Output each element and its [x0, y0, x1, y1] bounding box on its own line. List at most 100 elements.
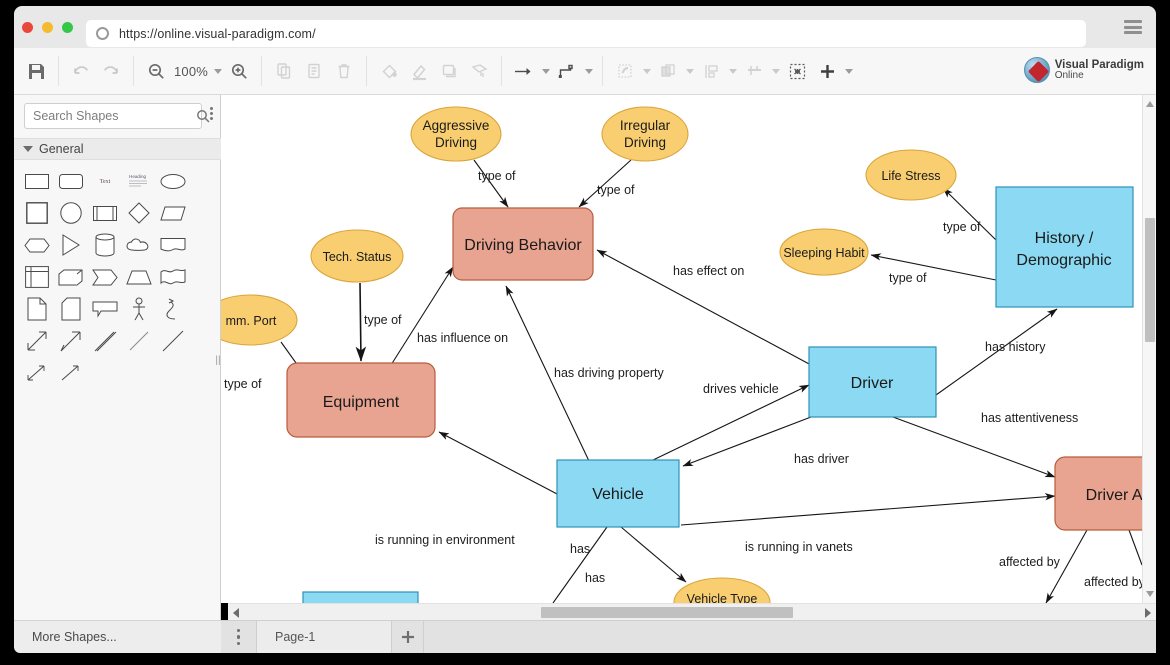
shape-callout[interactable]: [89, 293, 121, 325]
trash-icon[interactable]: [329, 56, 359, 86]
node-history-demographic[interactable]: History / Demographic: [995, 186, 1134, 308]
shape-cloud[interactable]: [123, 229, 155, 261]
node-driver-attentiveness[interactable]: Driver Atte: [1054, 456, 1142, 531]
fill-color-icon[interactable]: [374, 56, 404, 86]
page-tab-page-1[interactable]: Page-1: [257, 621, 392, 653]
edge-techstatus-to-equipment[interactable]: [355, 282, 367, 362]
shape-document[interactable]: [157, 229, 189, 261]
search-input[interactable]: [31, 108, 196, 124]
edge-driver-to-vehicle-hasdriver[interactable]: [682, 416, 812, 467]
vertical-scrollbar[interactable]: [1142, 95, 1156, 603]
undo-icon[interactable]: [66, 56, 96, 86]
waypoint-dropdown-chevron-down-icon[interactable]: [585, 68, 593, 74]
edge-vehicle-to-attentiveness-vanets[interactable]: [680, 493, 1056, 526]
add-page-icon[interactable]: [392, 621, 424, 653]
horizontal-scroll-thumb[interactable]: [541, 607, 793, 618]
horizontal-scrollbar[interactable]: [228, 603, 1156, 620]
node-tech-status[interactable]: Tech. Status: [310, 229, 404, 283]
node-vehicle-type[interactable]: Vehicle Type: [673, 577, 771, 603]
node-driver[interactable]: Driver: [808, 346, 937, 418]
node-partial-bottom[interactable]: [302, 591, 419, 603]
edge-vehicle-to-equipment[interactable]: [438, 431, 560, 496]
diagram-canvas[interactable]: type of type of type of type of has infl…: [221, 95, 1142, 603]
shape-parallelogram[interactable]: [157, 197, 189, 229]
insert-plus-icon[interactable]: [812, 56, 842, 86]
connection-dropdown-chevron-down-icon[interactable]: [542, 68, 550, 74]
maximize-window-button[interactable]: [62, 22, 73, 33]
hamburger-menu-icon[interactable]: [1124, 20, 1142, 34]
to-front-icon[interactable]: [610, 56, 640, 86]
edge-vehicle-to-vehicletype[interactable]: [620, 526, 687, 583]
node-aggressive-driving[interactable]: Aggressive Driving: [410, 106, 502, 162]
shape-trapezoid[interactable]: [123, 261, 155, 293]
node-equipment[interactable]: Equipment: [286, 362, 436, 438]
shape-square[interactable]: [21, 197, 53, 229]
save-icon[interactable]: [21, 56, 51, 86]
shape-hexagon[interactable]: [21, 229, 53, 261]
fit-page-icon[interactable]: [782, 56, 812, 86]
shape-cube[interactable]: [55, 261, 87, 293]
copy-icon[interactable]: [269, 56, 299, 86]
shape-directional-arrow[interactable]: [55, 325, 87, 357]
shape-rounded-rectangle[interactable]: [55, 165, 87, 197]
shape-directional-connector[interactable]: [55, 357, 87, 389]
shape-textbox-heading[interactable]: Heading: [123, 165, 155, 197]
node-vehicle[interactable]: Vehicle: [556, 459, 680, 528]
node-comm-port[interactable]: mm. Port: [221, 294, 298, 346]
zoom-out-icon[interactable]: [141, 56, 171, 86]
node-driving-behavior[interactable]: Driving Behavior: [452, 207, 594, 281]
zoom-level-label[interactable]: 100%: [171, 64, 211, 79]
insert-dropdown-chevron-down-icon[interactable]: [845, 68, 853, 74]
shape-dashed-line[interactable]: [123, 325, 155, 357]
shape-style-icon[interactable]: [434, 56, 464, 86]
shape-line[interactable]: [157, 325, 189, 357]
redo-icon[interactable]: [96, 56, 126, 86]
shape-diamond[interactable]: [123, 197, 155, 229]
group-icon[interactable]: [653, 56, 683, 86]
shape-internal-storage[interactable]: [21, 261, 53, 293]
to-front-dropdown-chevron-down-icon[interactable]: [643, 68, 651, 74]
close-window-button[interactable]: [22, 22, 33, 33]
connection-arrow-icon[interactable]: [509, 56, 539, 86]
triangle-down-icon[interactable]: [23, 146, 33, 152]
shape-bidirectional-connector[interactable]: [21, 357, 53, 389]
waypoint-icon[interactable]: [552, 56, 582, 86]
edge-aggressive-to-behavior[interactable]: [473, 159, 509, 208]
edge-driver-to-attentiveness[interactable]: [892, 416, 1056, 478]
shape-tape[interactable]: [157, 261, 189, 293]
scroll-right-arrow[interactable]: [1145, 608, 1151, 618]
group-dropdown-chevron-down-icon[interactable]: [686, 68, 694, 74]
edge-vehicle-to-bottom[interactable]: [552, 526, 608, 603]
search-shapes-field[interactable]: [24, 103, 210, 129]
shape-rectangle[interactable]: [21, 165, 53, 197]
zoom-dropdown-chevron-down-icon[interactable]: [214, 68, 222, 74]
distribute-dropdown-chevron-down-icon[interactable]: [729, 68, 737, 74]
zoom-in-icon[interactable]: [224, 56, 254, 86]
node-sleeping-habit[interactable]: Sleeping Habit: [779, 228, 869, 276]
align-dropdown-chevron-down-icon[interactable]: [772, 68, 780, 74]
scroll-left-arrow[interactable]: [233, 608, 239, 618]
line-color-icon[interactable]: [404, 56, 434, 86]
shape-curve[interactable]: [157, 293, 189, 325]
shape-bidirectional-arrow[interactable]: [21, 325, 53, 357]
scroll-down-arrow[interactable]: [1146, 591, 1154, 597]
more-shapes-button[interactable]: More Shapes...: [14, 620, 221, 653]
address-bar[interactable]: https://online.visual-paradigm.com/: [86, 20, 1086, 47]
minimize-window-button[interactable]: [42, 22, 53, 33]
node-life-stress[interactable]: Life Stress: [865, 149, 957, 201]
vertical-scroll-thumb[interactable]: [1145, 218, 1155, 342]
node-irregular-driving[interactable]: Irregular Driving: [601, 106, 689, 162]
paste-icon[interactable]: [299, 56, 329, 86]
align-icon[interactable]: [739, 56, 769, 86]
kebab-menu-icon[interactable]: [210, 107, 213, 120]
distribute-icon[interactable]: [696, 56, 726, 86]
search-icon[interactable]: [196, 109, 210, 123]
shape-triangle[interactable]: [55, 229, 87, 261]
shape-double-line[interactable]: [89, 325, 121, 357]
shapes-section-general[interactable]: General: [14, 138, 221, 160]
shape-cylinder[interactable]: [89, 229, 121, 261]
scroll-up-arrow[interactable]: [1146, 101, 1154, 107]
edge-attentiveness-affectedby-2[interactable]: [1128, 529, 1142, 566]
shape-circle[interactable]: [55, 197, 87, 229]
shape-card[interactable]: [55, 293, 87, 325]
